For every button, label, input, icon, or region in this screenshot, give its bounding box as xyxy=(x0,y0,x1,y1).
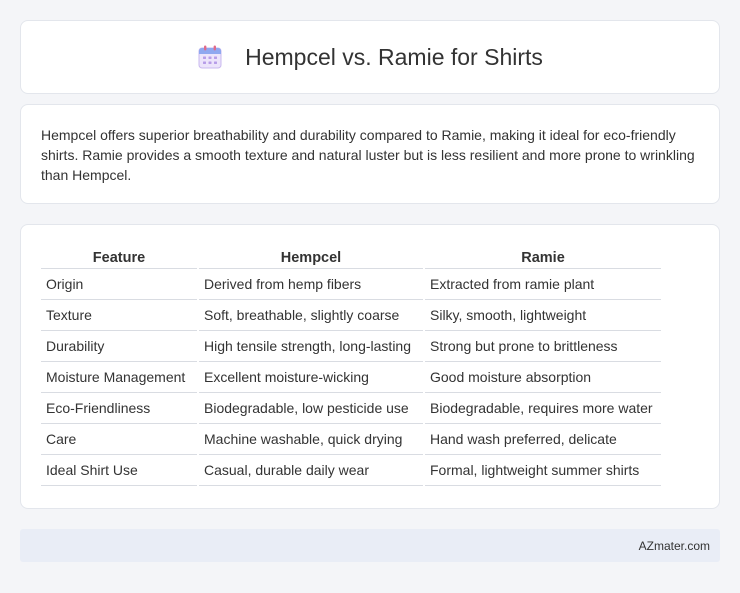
feature-cell: Ideal Shirt Use xyxy=(41,455,197,486)
feature-cell: Care xyxy=(41,424,197,455)
summary-text: Hempcel offers superior breathability an… xyxy=(41,127,695,183)
ramie-cell: Good moisture absorption xyxy=(425,362,661,393)
table-row: Origin Derived from hemp fibers Extracte… xyxy=(41,269,661,300)
hempcel-cell: Derived from hemp fibers xyxy=(199,269,423,300)
page-title: Hempcel vs. Ramie for Shirts xyxy=(245,43,543,70)
title-card: Hempcel vs. Ramie for Shirts xyxy=(20,20,720,94)
hempcel-cell: Casual, durable daily wear xyxy=(199,455,423,486)
table-row: Care Machine washable, quick drying Hand… xyxy=(41,424,661,455)
hempcel-cell: High tensile strength, long-lasting xyxy=(199,331,423,362)
feature-cell: Moisture Management xyxy=(41,362,197,393)
ramie-cell: Strong but prone to brittleness xyxy=(425,331,661,362)
table-row: Durability High tensile strength, long-l… xyxy=(41,331,661,362)
table-row: Eco-Friendliness Biodegradable, low pest… xyxy=(41,393,661,424)
feature-cell: Origin xyxy=(41,269,197,300)
hempcel-cell: Soft, breathable, slightly coarse xyxy=(199,300,423,331)
table-row: Moisture Management Excellent moisture-w… xyxy=(41,362,661,393)
summary-card: Hempcel offers superior breathability an… xyxy=(20,104,720,204)
hempcel-cell: Biodegradable, low pesticide use xyxy=(199,393,423,424)
feature-cell: Durability xyxy=(41,331,197,362)
ramie-cell: Hand wash preferred, delicate xyxy=(425,424,661,455)
calendar-icon xyxy=(197,44,223,70)
footer-site-link[interactable]: AZmater.com xyxy=(639,539,710,553)
footer: AZmater.com xyxy=(20,529,720,562)
header-hempcel: Hempcel xyxy=(199,247,423,269)
ramie-cell: Extracted from ramie plant xyxy=(425,269,661,300)
ramie-cell: Silky, smooth, lightweight xyxy=(425,300,661,331)
comparison-card: Feature Hempcel Ramie Origin Derived fro… xyxy=(20,224,720,509)
comparison-table: Feature Hempcel Ramie Origin Derived fro… xyxy=(39,247,663,486)
ramie-cell: Biodegradable, requires more water xyxy=(425,393,661,424)
table-row: Ideal Shirt Use Casual, durable daily we… xyxy=(41,455,661,486)
header-ramie: Ramie xyxy=(425,247,661,269)
feature-cell: Texture xyxy=(41,300,197,331)
feature-cell: Eco-Friendliness xyxy=(41,393,197,424)
header-feature: Feature xyxy=(41,247,197,269)
table-header-row: Feature Hempcel Ramie xyxy=(41,247,661,269)
table-row: Texture Soft, breathable, slightly coars… xyxy=(41,300,661,331)
ramie-cell: Formal, lightweight summer shirts xyxy=(425,455,661,486)
hempcel-cell: Excellent moisture-wicking xyxy=(199,362,423,393)
hempcel-cell: Machine washable, quick drying xyxy=(199,424,423,455)
